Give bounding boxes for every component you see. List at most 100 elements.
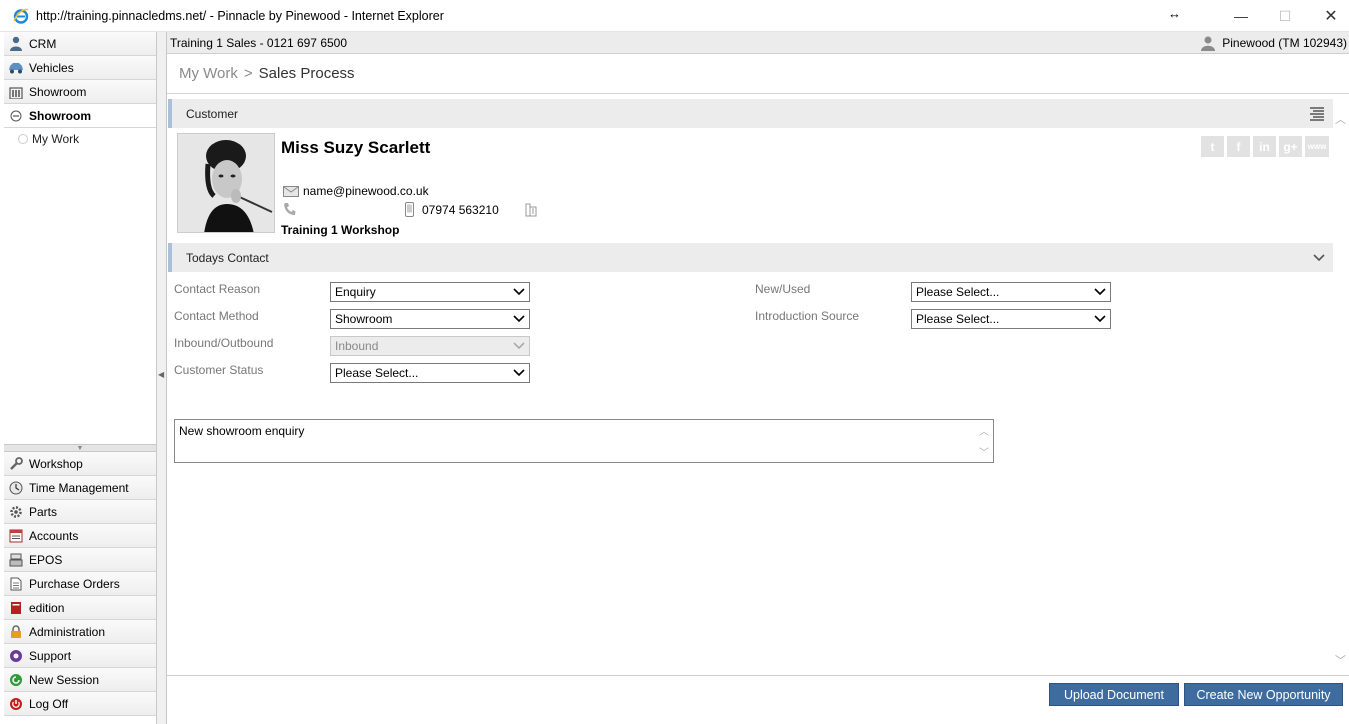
customer-status-select[interactable]: Please Select... (330, 363, 530, 383)
select-value: Please Select... (916, 312, 1000, 326)
sidebar-item-parts[interactable]: Parts (4, 500, 156, 524)
contact-reason-select[interactable]: Enquiry (330, 282, 530, 302)
sidebar-item-edition[interactable]: edition (4, 596, 156, 620)
notes-textarea[interactable]: New showroom enquiry ︿ ﹀ (174, 419, 994, 463)
sidebar-item-workshop[interactable]: Workshop (4, 452, 156, 476)
bullet-icon (18, 134, 28, 144)
introduction-source-label: Introduction Source (755, 309, 860, 323)
sidebar-item-label: Parts (29, 504, 58, 519)
sidebar-item-crm[interactable]: CRM (4, 32, 156, 56)
sidebar-item-label: EPOS (29, 552, 63, 567)
chevron-left-icon: ◀ (158, 370, 165, 379)
select-value: Showroom (335, 312, 393, 326)
chevron-down-icon (513, 342, 525, 350)
upload-document-button[interactable]: Upload Document (1049, 683, 1179, 706)
select-value: Please Select... (916, 285, 1000, 299)
sidebar-subitem-my-work[interactable]: My Work (4, 128, 156, 150)
minimize-button[interactable]: — (1218, 0, 1264, 32)
sidebar-item-label: edition (29, 600, 65, 615)
sidebar-item-time-management[interactable]: Time Management (4, 476, 156, 500)
notes-value: New showroom enquiry (179, 424, 305, 438)
ledger-icon (8, 528, 24, 544)
sidebar-item-vehicles[interactable]: Vehicles (4, 56, 156, 80)
sidebar-section-showroom[interactable]: Showroom (4, 104, 156, 128)
chevron-up-icon[interactable]: ︿ (979, 423, 989, 438)
main-scrollbar[interactable]: ︿ ﹀ (1333, 99, 1349, 674)
document-icon (8, 576, 24, 592)
sidebar-item-accounts[interactable]: Accounts (4, 524, 156, 548)
breadcrumb-separator: > (243, 65, 253, 82)
close-button[interactable]: ✕ (1308, 0, 1349, 32)
sidebar-item-log-off[interactable]: Log Off (4, 692, 156, 716)
linkedin-icon[interactable]: in (1253, 136, 1276, 157)
window-titlebar: http://training.pinnacledms.net/ - Pinna… (0, 0, 1349, 32)
customer-section: Customer Miss Suzy Scarlett name@pinewoo… (168, 99, 1333, 243)
sidebar-item-label: Showroom (29, 108, 91, 123)
section-title: Todays Contact (186, 250, 269, 265)
select-value: Inbound (335, 339, 379, 353)
chevron-down-icon[interactable] (1313, 253, 1325, 262)
twitter-icon[interactable]: t (1201, 136, 1224, 157)
sidebar-item-label: Support (29, 648, 72, 663)
maximize-button[interactable]: ☐ (1262, 0, 1308, 32)
chevron-down-icon (1094, 315, 1106, 323)
sidebar: CRM Vehicles Showroom Showroom My Work ▼… (4, 32, 157, 724)
section-title: Customer (186, 106, 239, 121)
facebook-icon[interactable]: f (1227, 136, 1250, 157)
menu-lines-icon[interactable] (1309, 106, 1325, 121)
select-value: Please Select... (335, 366, 419, 380)
refresh-icon (8, 672, 24, 688)
sidebar-item-purchase-orders[interactable]: Purchase Orders (4, 572, 156, 596)
sidebar-item-administration[interactable]: Administration (4, 620, 156, 644)
sidebar-collapse-handle[interactable]: ◀ (157, 32, 167, 724)
breadcrumb: My Work > Sales Process (167, 54, 1349, 94)
branch-location: Training 1 Sales - 0121 697 6500 (170, 35, 348, 50)
user-info[interactable]: Pinewood (TM 102943) (1200, 35, 1347, 51)
customer-section-header: Customer (168, 99, 1333, 128)
customer-branch: Training 1 Workshop (281, 223, 400, 237)
sidebar-splitter[interactable]: ▼ (4, 444, 156, 452)
introduction-source-select[interactable]: Please Select... (911, 309, 1111, 329)
mobile-value: 07974 563210 (422, 202, 499, 217)
user-name: Pinewood (TM 102943) (1222, 35, 1347, 50)
chevron-down-icon[interactable]: ﹀ (979, 444, 989, 459)
google-plus-icon[interactable]: g+ (1279, 136, 1302, 157)
sidebar-item-label: New Session (29, 672, 100, 687)
customer-status-label: Customer Status (174, 363, 264, 377)
chevron-down-icon (513, 369, 525, 377)
chevron-down-icon[interactable]: ﹀ (1335, 652, 1346, 668)
person-icon (8, 36, 24, 52)
email-value: name@pinewood.co.uk (303, 184, 429, 198)
gear-icon (8, 504, 24, 520)
breadcrumb-my-work[interactable]: My Work (179, 65, 238, 82)
resize-icon[interactable]: ↔ (1168, 6, 1181, 21)
chevron-up-icon[interactable]: ︿ (1335, 111, 1346, 127)
sidebar-item-label: Administration (29, 624, 106, 639)
notes-scrollbar[interactable]: ︿ ﹀ (977, 423, 991, 459)
page-title: Sales Process (258, 65, 355, 82)
car-icon (8, 60, 24, 76)
drag-handle-icon: ▼ (76, 444, 84, 452)
sidebar-item-new-session[interactable]: New Session (4, 668, 156, 692)
sidebar-item-epos[interactable]: EPOS (4, 548, 156, 572)
sidebar-item-showroom[interactable]: Showroom (4, 80, 156, 104)
till-icon (8, 552, 24, 568)
internet-explorer-icon (13, 8, 29, 24)
social-links: t f in g+ www (1201, 136, 1329, 157)
contact-section-header[interactable]: Todays Contact (168, 243, 1333, 272)
website-icon[interactable]: www (1305, 136, 1329, 157)
book-icon (8, 600, 24, 616)
minus-circle-icon[interactable] (8, 108, 24, 124)
phone-icon[interactable] (283, 202, 296, 219)
customer-mobile[interactable]: 07974 563210 (405, 202, 499, 217)
contact-method-select[interactable]: Showroom (330, 309, 530, 329)
clock-icon (8, 480, 24, 496)
contact-method-label: Contact Method (174, 309, 259, 323)
sidebar-item-support[interactable]: Support (4, 644, 156, 668)
fax-icon[interactable] (525, 203, 537, 220)
wrench-icon (8, 456, 24, 472)
sidebar-item-label: Accounts (29, 528, 79, 543)
new-used-select[interactable]: Please Select... (911, 282, 1111, 302)
customer-email[interactable]: name@pinewood.co.uk (283, 184, 429, 198)
create-new-opportunity-button[interactable]: Create New Opportunity (1184, 683, 1343, 706)
